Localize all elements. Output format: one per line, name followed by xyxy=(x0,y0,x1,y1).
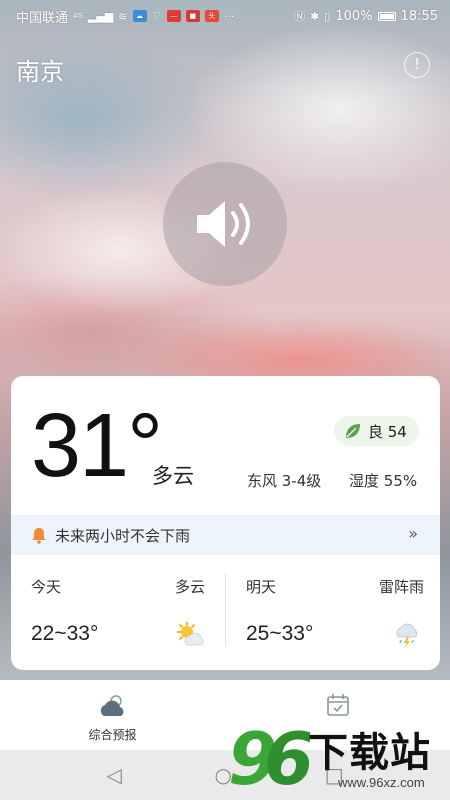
current-temperature: 31° xyxy=(31,396,163,496)
nav-label: 综合预报 xyxy=(88,728,137,742)
weather-app-icon: ☁ xyxy=(132,10,147,22)
watermark-url: www.96xz.com xyxy=(338,775,425,790)
toutiao-app-icon: 头 xyxy=(204,10,219,22)
rain-notice-text: 未来两小时不会下雨 xyxy=(55,526,191,545)
carrier-name: 中国联通 xyxy=(16,10,69,26)
nfc-icon: Ⓝ xyxy=(294,10,306,23)
aqi-label: 良 54 xyxy=(368,422,407,441)
status-bar: 中国联通 4G ▂▄▆ ≋ ☁ ⌔ — ■ 头 ··· Ⓝ ✱ ▯ 100% 1… xyxy=(0,0,450,32)
forecast-temp-range: 22~33° xyxy=(31,622,99,645)
voice-broadcast-button[interactable] xyxy=(163,162,287,286)
signal-icon: ▂▄▆ xyxy=(87,9,114,23)
clock: 18:55 xyxy=(400,8,438,24)
watermark-logo: 9 6 下载站 www.96xz.com xyxy=(226,712,450,800)
rain-notice-bar[interactable]: 未来两小时不会下雨 » xyxy=(11,515,440,555)
forecast-temp-range: 25~33° xyxy=(246,622,314,645)
city-name[interactable]: 南京 xyxy=(16,52,64,87)
bell-icon xyxy=(32,527,46,544)
nav-item-forecast[interactable]: 综合预报 xyxy=(0,680,225,750)
humidity-info: 湿度 55% xyxy=(349,472,418,490)
more-notifications-icon: ··· xyxy=(223,9,235,23)
vibrate-icon: ▯ xyxy=(324,9,331,23)
forecast-day-label: 今天 xyxy=(31,578,62,596)
sun-cloud-icon xyxy=(177,622,204,646)
weather-card: 31° 多云 良 54 东风 3-4级 湿度 55% 未来两小时不会下雨 » 今… xyxy=(11,376,440,670)
battery-icon xyxy=(377,11,396,21)
cloud-icon xyxy=(100,695,123,716)
forecast-condition: 雷阵雨 xyxy=(378,578,424,596)
speaker-icon xyxy=(197,201,250,247)
thunderstorm-icon xyxy=(396,623,417,648)
watermark-text: 下载站 xyxy=(308,730,431,776)
current-condition: 多云 xyxy=(152,464,194,488)
news-app-icon: — xyxy=(166,10,181,22)
network-badge: 4G xyxy=(73,12,83,20)
leaf-icon xyxy=(346,424,360,438)
svg-text:6: 6 xyxy=(264,717,310,798)
bluetooth-icon: ✱ xyxy=(310,9,320,23)
back-icon[interactable]: ◁ xyxy=(106,763,121,787)
wifi-icon: ≋ xyxy=(118,9,128,23)
forecast-today[interactable]: 今天 多云 22~33° xyxy=(11,566,225,666)
watermark-96-logo: 9 6 xyxy=(228,717,310,798)
reader-app-icon: ■ xyxy=(185,10,200,22)
chevron-double-right-icon[interactable]: » xyxy=(408,524,418,543)
battery-percent: 100% xyxy=(335,8,373,24)
info-icon[interactable]: ! xyxy=(404,52,430,78)
wind-info: 东风 3-4级 xyxy=(247,472,322,490)
forecast-tomorrow[interactable]: 明天 雷阵雨 25~33° xyxy=(226,566,440,666)
wifi-plus-icon: ⌔ xyxy=(151,9,162,22)
aqi-badge[interactable]: 良 54 xyxy=(334,416,419,446)
forecast-day-label: 明天 xyxy=(246,578,277,596)
forecast-condition: 多云 xyxy=(174,578,205,596)
